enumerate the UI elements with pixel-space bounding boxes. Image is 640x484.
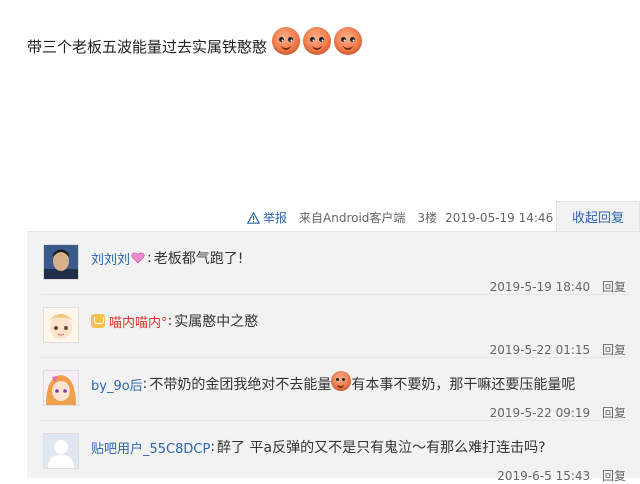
reply-text-part-1: 不带奶的金团我绝对不去能量 [149, 377, 332, 393]
post-text: 带三个老板五波能量过去实属铁憨憨 [27, 38, 268, 56]
post-time: 2019-05-19 14:46 [445, 210, 554, 225]
list-item: 刘刘刘 : 老板都气跑了! 2019-5-19 18:40 回复 [27, 232, 640, 295]
avatar[interactable] [43, 433, 79, 469]
emoji-group [269, 26, 363, 55]
reply-line: by_9o后 : 不带奶的金团我绝对不去能量 有本事不要奶，那干嘛还要压能量呢 [91, 371, 576, 394]
post-meta: 举报 来自Android客户端 3楼 2019-05-19 14:46 [247, 209, 553, 226]
reply-text: 醉了 平a反弹的又不是只有鬼泣～有那么难打连击吗? [217, 440, 546, 456]
client-source: 来自Android客户端 [299, 211, 406, 225]
username-link[interactable]: 喵内喵内° [109, 312, 168, 331]
reply-time: 2019-5-22 09:19 [489, 406, 591, 420]
reply-button[interactable]: 回复 [602, 343, 626, 357]
reply-text-part-2: 有本事不要奶，那干嘛还要压能量呢 [351, 377, 576, 393]
username-link[interactable]: 贴吧用户_55C8DCP [91, 438, 210, 457]
post-content: 带三个老板五波能量过去实属铁憨憨 [27, 26, 363, 57]
reply-meta: 2019-6-5 15:43 回复 [497, 467, 626, 484]
reply-line: 喵内喵内° : 实属憨中之憨 [91, 311, 258, 331]
username-link[interactable]: by_9o后 [91, 375, 143, 394]
reply-time: 2019-5-22 01:15 [489, 343, 591, 357]
reply-time: 2019-5-19 18:40 [489, 280, 591, 294]
reply-meta: 2019-5-19 18:40 回复 [490, 278, 626, 295]
orange-face-emoji-icon [334, 26, 363, 55]
orange-face-emoji-icon [272, 26, 301, 55]
reply-list: 刘刘刘 : 老板都气跑了! 2019-5-19 18:40 回复 喵内喵内°:… [27, 231, 640, 483]
reply-time: 2019-6-5 15:43 [497, 469, 591, 483]
collapse-replies-button[interactable]: 收起回复 [556, 201, 640, 231]
reply-button[interactable]: 回复 [602, 280, 626, 294]
orange-face-emoji-icon [331, 371, 352, 391]
reply-button[interactable]: 回复 [602, 406, 626, 420]
reply-button[interactable]: 回复 [602, 469, 626, 483]
username-link[interactable]: 刘刘刘 [91, 249, 130, 268]
reply-line: 刘刘刘 : 老板都气跑了! [91, 249, 244, 268]
reply-meta: 2019-5-22 01:15 回复 [490, 341, 626, 358]
report-link[interactable]: 举报 [247, 209, 287, 226]
report-label: 举报 [263, 211, 288, 225]
list-item: 贴吧用户_55C8DCP : 醉了 平a反弹的又不是只有鬼泣～有那么难打连击吗?… [27, 421, 640, 484]
reply-meta: 2019-5-22 09:19 回复 [490, 404, 626, 421]
vip-member-icon [91, 314, 105, 328]
reply-text: 实属憨中之憨 [174, 314, 259, 330]
list-item: 喵内喵内° : 实属憨中之憨 2019-5-22 01:15 回复 [27, 295, 640, 358]
reply-line: 贴吧用户_55C8DCP : 醉了 平a反弹的又不是只有鬼泣～有那么难打连击吗? [91, 438, 546, 457]
warning-icon [247, 211, 260, 224]
avatar[interactable] [43, 307, 79, 343]
floor-number: 3楼 [417, 211, 438, 225]
list-item: by_9o后 : 不带奶的金团我绝对不去能量 有本事不要奶，那干嘛还要压能量呢 … [27, 358, 640, 421]
pink-heart-icon [131, 252, 145, 264]
avatar[interactable] [43, 370, 79, 406]
avatar[interactable] [43, 244, 79, 280]
reply-text: 老板都气跑了! [153, 251, 244, 267]
orange-face-emoji-icon [303, 26, 332, 55]
